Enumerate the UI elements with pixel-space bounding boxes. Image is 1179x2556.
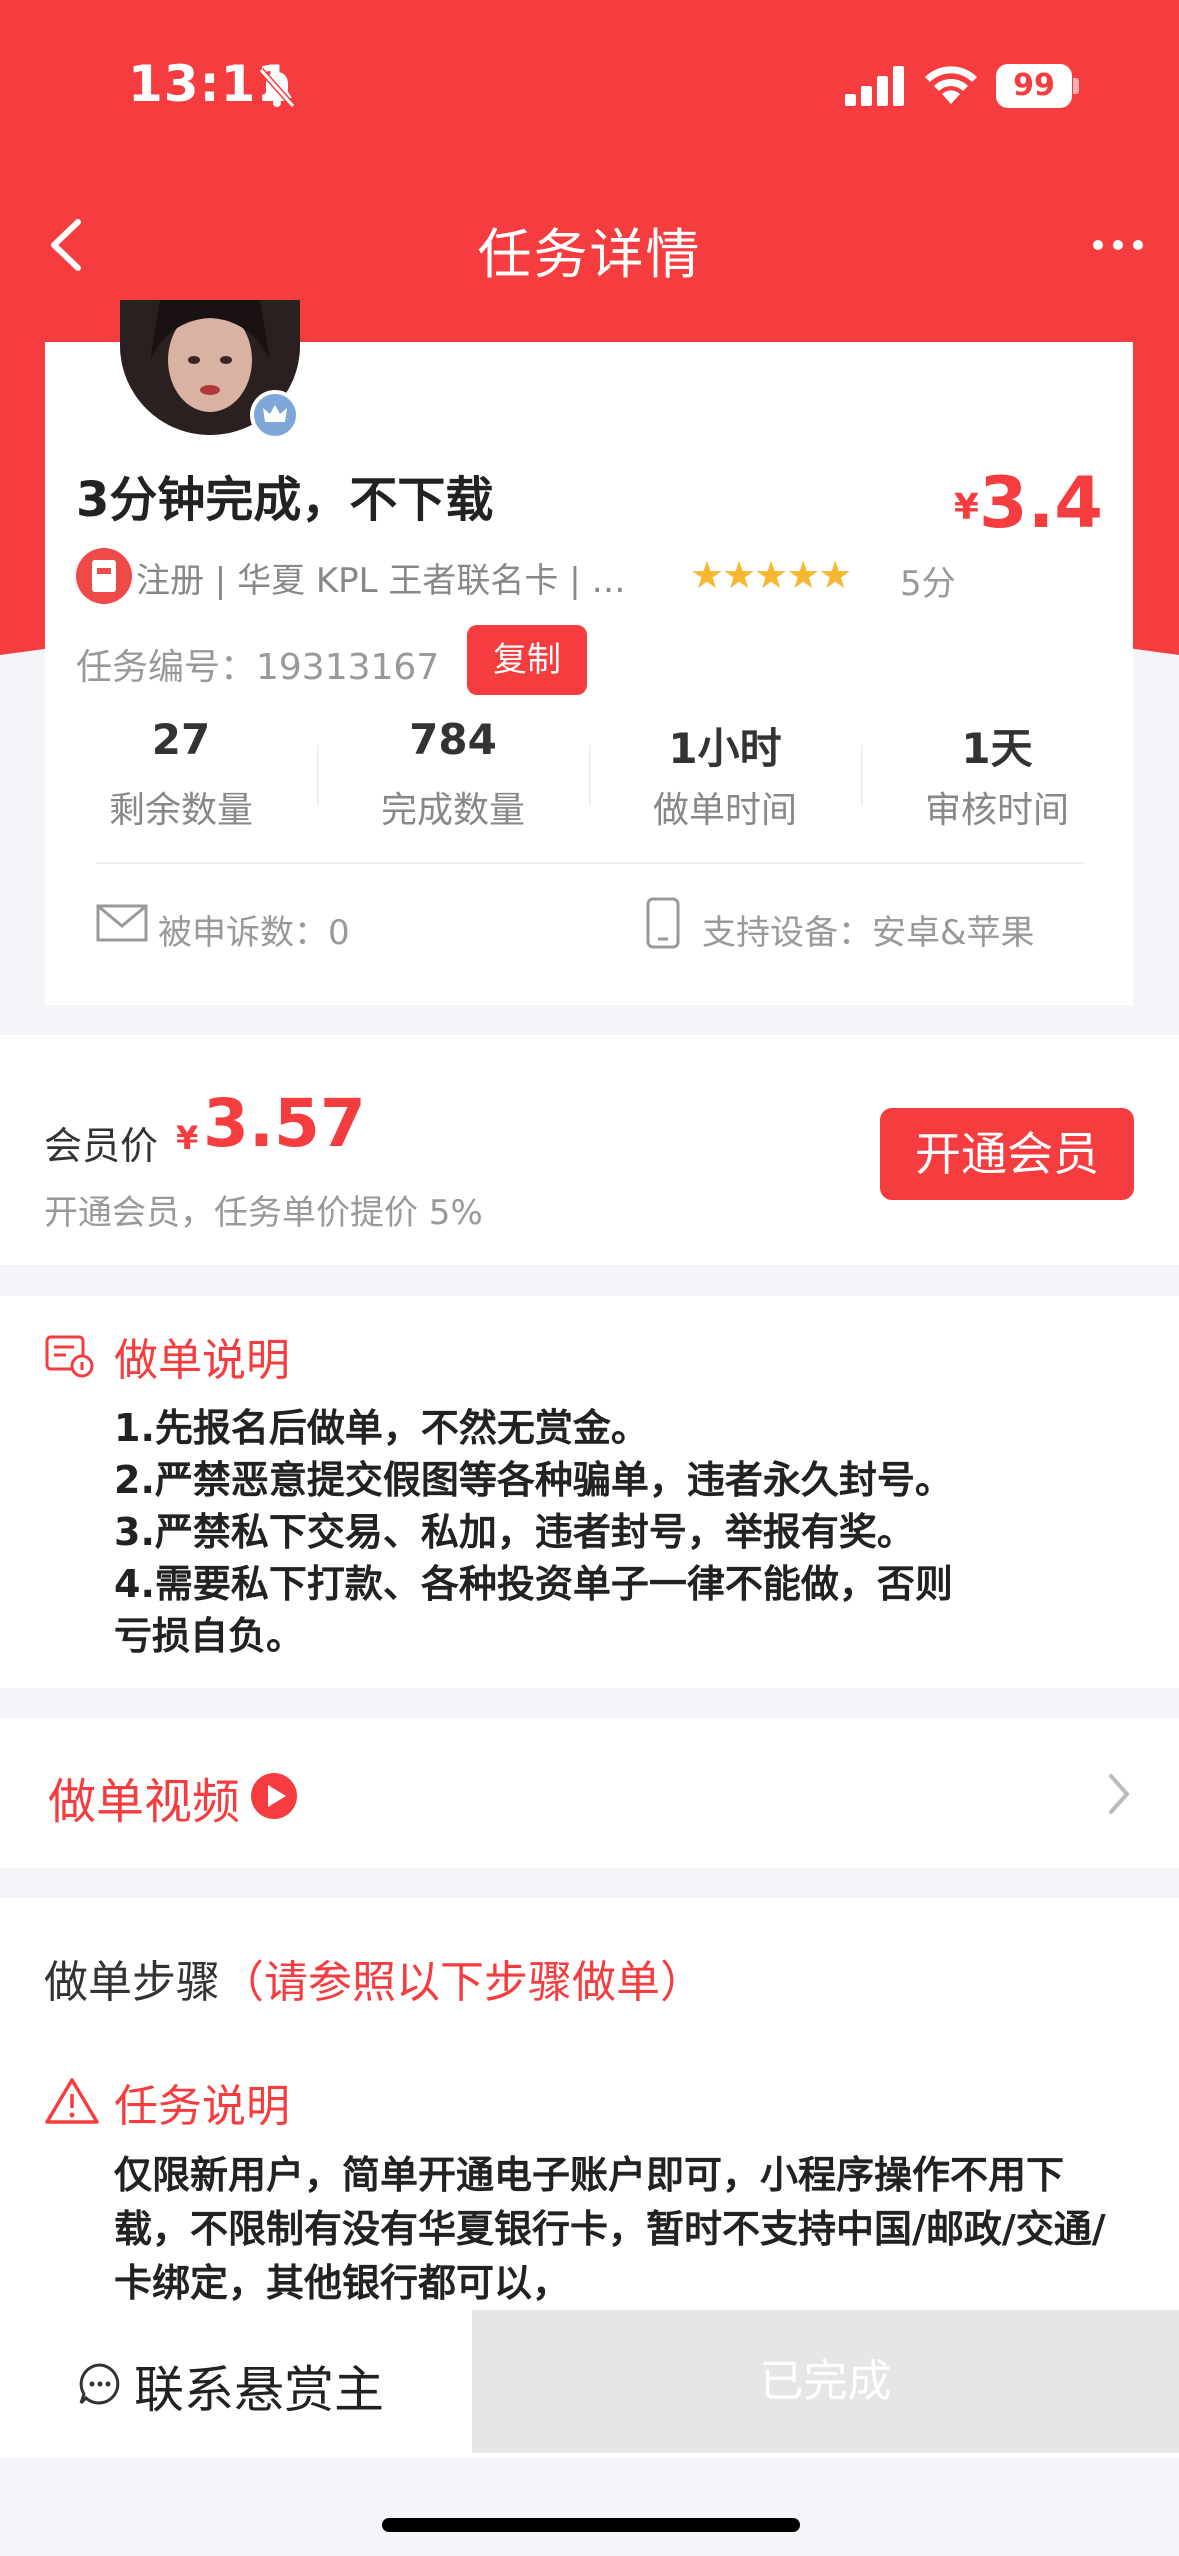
- instruction-line: 2.严禁恶意提交假图等各种骗单，违者永久封号。: [114, 1458, 953, 1502]
- instruction-line: 4.需要私下打款、各种投资单子一律不能做，否则: [114, 1562, 953, 1606]
- stat-completed: 784 完成数量: [317, 715, 589, 833]
- phone-icon: [646, 897, 680, 949]
- document-icon: [45, 1335, 94, 1378]
- page-title: 任务详情: [477, 223, 702, 286]
- instructions-title: 做单说明: [114, 1335, 290, 1386]
- contact-owner-button[interactable]: 联系悬赏主: [134, 2350, 384, 2422]
- envelope-icon: [96, 904, 148, 942]
- battery-indicator: 99: [996, 64, 1079, 108]
- task-category-icon: [76, 548, 132, 604]
- instructions-section: 做单说明 1.先报名后做单，不然无赏金。 2.严禁恶意提交假图等各种骗单，违者永…: [0, 1296, 1179, 1688]
- instruction-line: 1.先报名后做单，不然无赏金。: [114, 1406, 649, 1450]
- stat-label: 做单时间: [652, 790, 797, 831]
- instruction-line: 3.严禁私下交易、私加，违者封号，举报有奖。: [114, 1510, 915, 1554]
- divider: [96, 862, 1084, 864]
- nav-bar: 任务详情: [0, 190, 1179, 300]
- bell-muted-icon: [258, 68, 296, 108]
- task-notice-text: 仅限新用户，简单开通电子账户即可，小程序操作不用下载，不限制有没有华夏银行卡，暂…: [114, 2153, 1106, 2305]
- stat-label: 审核时间: [924, 790, 1069, 831]
- stat-work-time: 1小时 做单时间: [589, 715, 861, 833]
- chevron-right-icon: [1109, 1774, 1129, 1814]
- more-icon[interactable]: [1088, 230, 1148, 260]
- supported-devices: 支持设备：安卓&苹果: [702, 913, 1035, 953]
- member-price-value: 3.57: [203, 1085, 366, 1162]
- warning-icon: [45, 2078, 99, 2124]
- task-code: 任务编号：19313167: [76, 647, 440, 688]
- stat-remaining: 27 剩余数量: [45, 715, 317, 833]
- task-notice-title: 任务说明: [114, 2081, 290, 2132]
- stat-value: 784: [409, 715, 497, 764]
- chat-icon: [79, 2363, 120, 2405]
- steps-label: 做单步骤: [44, 1957, 220, 2008]
- stat-value: 1小时: [668, 724, 782, 773]
- member-price-subtitle: 开通会员，任务单价提价 5%: [44, 1193, 483, 1233]
- member-price-label: 会员价: [44, 1124, 159, 1168]
- open-membership-button[interactable]: 开通会员: [880, 1108, 1134, 1200]
- play-icon: [251, 1773, 297, 1819]
- complaint-count: 被申诉数：0: [158, 913, 350, 953]
- rating-score: 5分: [900, 564, 956, 604]
- steps-title: 做单步骤（请参照以下步骤做单）: [44, 1946, 704, 2010]
- steps-hint: （请参照以下步骤做单）: [220, 1957, 704, 2008]
- instructions-list: 1.先报名后做单，不然无赏金。 2.严禁恶意提交假图等各种骗单，违者永久封号。 …: [114, 1402, 1114, 1662]
- battery-level: 99: [1013, 68, 1055, 103]
- wifi-icon: [925, 66, 977, 104]
- stat-value: 27: [151, 715, 211, 764]
- home-indicator: [382, 2518, 800, 2532]
- video-row[interactable]: 做单视频: [0, 1718, 1179, 1868]
- completed-button[interactable]: 已完成: [472, 2310, 1179, 2453]
- task-tags: 注册 | 华夏 KPL 王者联名卡 | 评...: [136, 561, 656, 601]
- stat-review-time: 1天 审核时间: [861, 715, 1133, 833]
- stat-label: 完成数量: [380, 790, 525, 831]
- member-price-currency: ¥: [176, 1119, 199, 1157]
- task-price: ¥3.4: [954, 462, 1103, 544]
- status-bar: 13:11 99: [0, 0, 1179, 175]
- price-value: 3.4: [978, 462, 1103, 544]
- cellular-signal-icon: [845, 66, 904, 106]
- copy-button[interactable]: 复制: [467, 625, 587, 695]
- task-title: 3分钟完成，不下载: [76, 472, 494, 528]
- video-title: 做单视频: [48, 1774, 241, 1830]
- stat-label: 剩余数量: [108, 790, 253, 831]
- rating-stars: ★★★★★: [690, 553, 852, 597]
- member-price-section: 会员价 ¥ 3.57 开通会员，任务单价提价 5% 开通会员: [0, 1035, 1179, 1265]
- instruction-line: 亏损自负。: [114, 1614, 305, 1658]
- price-currency: ¥: [953, 487, 979, 528]
- stat-value: 1天: [961, 724, 1033, 773]
- vip-badge-icon: [250, 390, 300, 440]
